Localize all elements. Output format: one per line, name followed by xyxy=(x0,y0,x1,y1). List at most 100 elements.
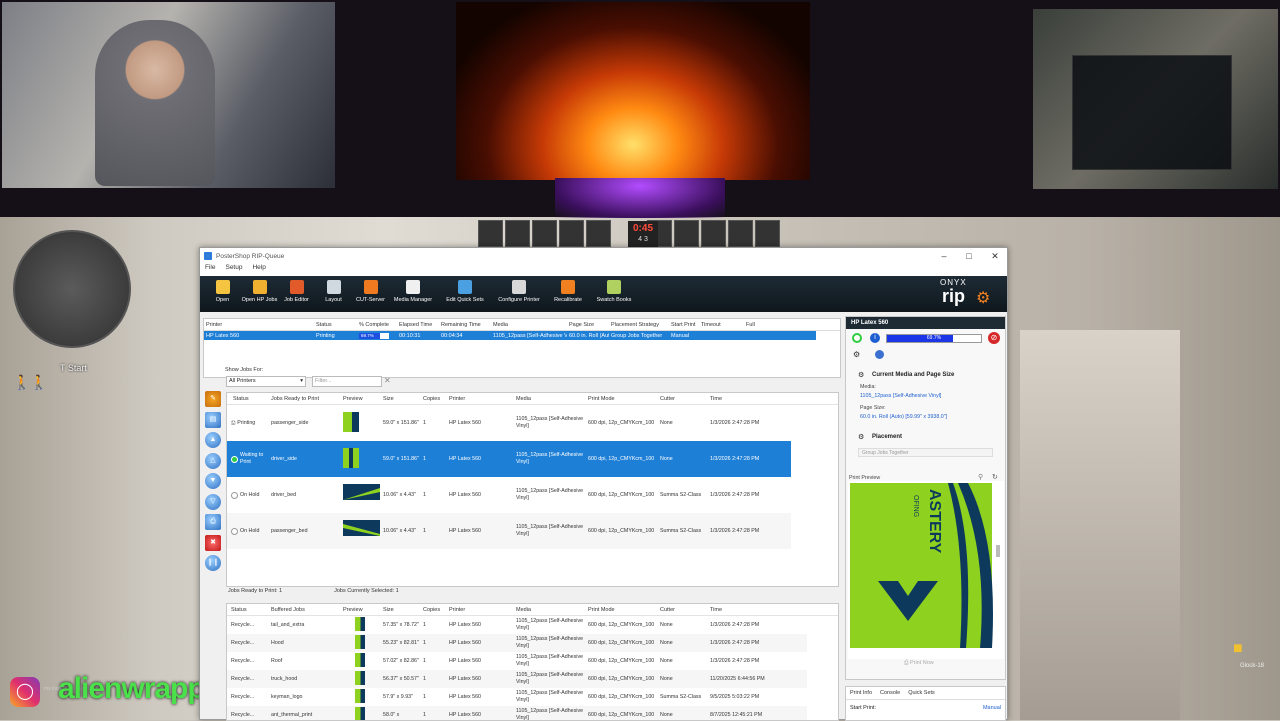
move-up-icon[interactable]: △ xyxy=(205,452,221,469)
col-cutter[interactable]: Cutter xyxy=(658,607,708,613)
buffered-rows: Recycle... tail_and_extra 57.35" x 78.72" 1… xyxy=(227,616,838,720)
swatch-books-button[interactable]: Swatch Books xyxy=(591,276,637,312)
job-row-passenger-side[interactable]: ⎙ Printing passenger_side 59.0" x 151.86"… xyxy=(227,405,791,441)
buffered-preview xyxy=(341,653,381,669)
job-time: 1/3/2026 2:47:28 PM xyxy=(710,420,760,426)
printer-page-size: 60.0 in. Roll (Auto) xyxy=(569,332,609,339)
col-elapsed[interactable]: Elapsed Time xyxy=(397,322,439,328)
page-size-value[interactable]: 60.0 in. Roll (Auto) [59.99" x 3938.0"] xyxy=(860,414,947,420)
col-copies[interactable]: Copies xyxy=(421,396,447,402)
minimize-button[interactable]: – xyxy=(935,250,953,262)
job-properties-icon[interactable]: ▤ xyxy=(205,411,221,428)
menu-setup[interactable]: Setup xyxy=(225,264,242,276)
tab-quick-sets[interactable]: Quick Sets xyxy=(908,690,935,696)
col-media[interactable]: Media xyxy=(491,322,567,328)
buffered-row[interactable]: Recycle... Hood 55.23" x 82.81" 1 HP Latex 5… xyxy=(227,634,807,652)
buffered-row[interactable]: Recycle... keyman_logo 57.9" x 9.93" 1 HP La… xyxy=(227,688,807,706)
open-hp-jobs-button[interactable]: Open HP Jobs xyxy=(241,276,278,312)
job-row-driver-side[interactable]: Waiting to Print driver_side 59.0" x 151… xyxy=(227,441,791,477)
online-status-icon[interactable] xyxy=(852,333,862,343)
job-row-passenger-bed[interactable]: On Hold passenger_bed 10.06" x 4.43" 1 H… xyxy=(227,513,791,549)
col-status[interactable]: Status xyxy=(227,607,269,613)
col-printer[interactable]: Printer xyxy=(447,396,514,402)
menu-help[interactable]: Help xyxy=(252,264,265,276)
buffered-row[interactable]: Recycle... Roof 57.02" x 82.86" 1 HP Latex 5… xyxy=(227,652,807,670)
col-buffered-name[interactable]: Buffered Jobs xyxy=(269,607,341,613)
rip-queue-window: PosterShop RIP-Queue – □ ✕ File Setup He… xyxy=(199,247,1008,721)
col-preview[interactable]: Preview xyxy=(341,607,381,613)
col-media[interactable]: Media xyxy=(514,607,586,613)
placement-select[interactable]: Group Jobs Together xyxy=(858,448,993,457)
title-bar[interactable]: PosterShop RIP-Queue – □ ✕ xyxy=(200,248,1007,264)
print-job-icon[interactable]: ⎙ xyxy=(205,514,221,530)
placement-heading: Placement xyxy=(872,434,903,440)
printer-filter-select[interactable]: All Printers ▾ xyxy=(226,376,306,387)
col-print-mode[interactable]: Print Mode xyxy=(586,607,658,613)
buffered-row[interactable]: Recycle... truck_hood 56.37" x 50.57" 1 HP L… xyxy=(227,670,807,688)
delete-job-icon[interactable]: ✖ xyxy=(205,534,221,551)
col-full[interactable]: Full xyxy=(744,322,764,328)
tab-console[interactable]: Console xyxy=(880,690,900,696)
col-status[interactable]: Status xyxy=(314,322,357,328)
preview-scrollbar[interactable] xyxy=(996,545,1000,557)
edit-job-icon[interactable]: ✎ xyxy=(205,391,221,407)
col-job-name[interactable]: Jobs Ready to Print xyxy=(269,396,341,402)
move-bottom-icon[interactable]: ▽ xyxy=(205,493,221,510)
move-down-icon[interactable]: ▼ xyxy=(205,473,221,489)
col-printer[interactable]: Printer xyxy=(447,607,514,613)
col-media[interactable]: Media xyxy=(514,396,586,402)
layout-button[interactable]: Layout xyxy=(315,276,352,312)
col-page-size[interactable]: Page Size xyxy=(567,322,609,328)
tab-print-info[interactable]: Print Info xyxy=(850,690,872,696)
col-start-print[interactable]: Start Print xyxy=(669,322,699,328)
globe-icon[interactable] xyxy=(875,350,884,359)
col-copies[interactable]: Copies xyxy=(421,607,447,613)
collapse-media-icon[interactable]: ⚙ xyxy=(858,371,864,379)
menu-file[interactable]: File xyxy=(205,264,215,276)
col-cutter[interactable]: Cutter xyxy=(658,396,708,402)
col-remaining[interactable]: Remaining Time xyxy=(439,322,491,328)
search-icon[interactable]: ⚲ xyxy=(978,473,983,481)
close-button[interactable]: ✕ xyxy=(986,250,1004,262)
cut-server-button[interactable]: CUT-Server xyxy=(352,276,389,312)
buffered-media: 1105_12pass [Self-Adhesive Vinyl] xyxy=(516,636,584,649)
col-placement[interactable]: Placement Strategy xyxy=(609,322,669,328)
info-icon[interactable]: i xyxy=(870,333,880,343)
col-status[interactable]: Status xyxy=(227,396,269,402)
col-size[interactable]: Size xyxy=(381,607,421,613)
col-timeout[interactable]: Timeout xyxy=(699,322,744,328)
elapsed-time: 00:10:31 xyxy=(399,332,421,339)
open-button[interactable]: Open xyxy=(204,276,241,312)
stop-icon[interactable]: ⊘ xyxy=(988,332,1000,344)
media-value[interactable]: 1105_12pass [Self-Adhesive Vinyl] xyxy=(860,393,941,399)
refresh-icon[interactable]: ↻ xyxy=(992,473,998,481)
clear-filter-icon[interactable]: ✕ xyxy=(384,376,391,385)
printer-row[interactable]: HP Latex 560 Printing 69.7% 00:10:31 00:… xyxy=(204,331,816,340)
media-manager-button[interactable]: Media Manager xyxy=(389,276,437,312)
maximize-button[interactable]: □ xyxy=(960,250,978,262)
start-print-value[interactable]: Manual xyxy=(983,705,1001,711)
recalibrate-button[interactable]: Recalibrate xyxy=(545,276,591,312)
filter-input[interactable]: Filter... xyxy=(312,376,382,387)
hold-job-icon[interactable]: ❙❙ xyxy=(205,555,221,571)
buffered-row[interactable]: Recycle... ant_thermal_print 58.0" x 1 HP La… xyxy=(227,706,807,720)
job-row-driver-bed[interactable]: On Hold driver_bed 10.06" x 4.43" 1 HP L… xyxy=(227,477,791,513)
col-print-mode[interactable]: Print Mode xyxy=(586,396,658,402)
job-editor-button[interactable]: Job Editor xyxy=(278,276,315,312)
col-printer[interactable]: Printer xyxy=(204,322,314,328)
configure-printer-button[interactable]: Configure Printer xyxy=(493,276,545,312)
collapse-placement-icon[interactable]: ⚙ xyxy=(858,433,864,441)
col-preview[interactable]: Preview xyxy=(341,396,381,402)
move-top-icon[interactable]: ▲ xyxy=(205,432,221,448)
print-now-button[interactable]: ⎙ Print Now xyxy=(904,660,934,667)
job-cutter: None xyxy=(660,420,673,426)
col-size[interactable]: Size xyxy=(381,396,421,402)
gear-icon[interactable]: ⚙ xyxy=(853,350,860,359)
edit-quick-sets-button[interactable]: Edit Quick Sets xyxy=(437,276,493,312)
buffered-row[interactable]: Recycle... tail_and_extra 57.35" x 78.72" 1… xyxy=(227,616,807,634)
col-time[interactable]: Time xyxy=(708,396,778,402)
col-time[interactable]: Time xyxy=(708,607,778,613)
col-complete[interactable]: % Complete xyxy=(357,322,397,328)
job-copies: 1 xyxy=(423,420,426,426)
job-name: driver_bed xyxy=(271,492,297,498)
